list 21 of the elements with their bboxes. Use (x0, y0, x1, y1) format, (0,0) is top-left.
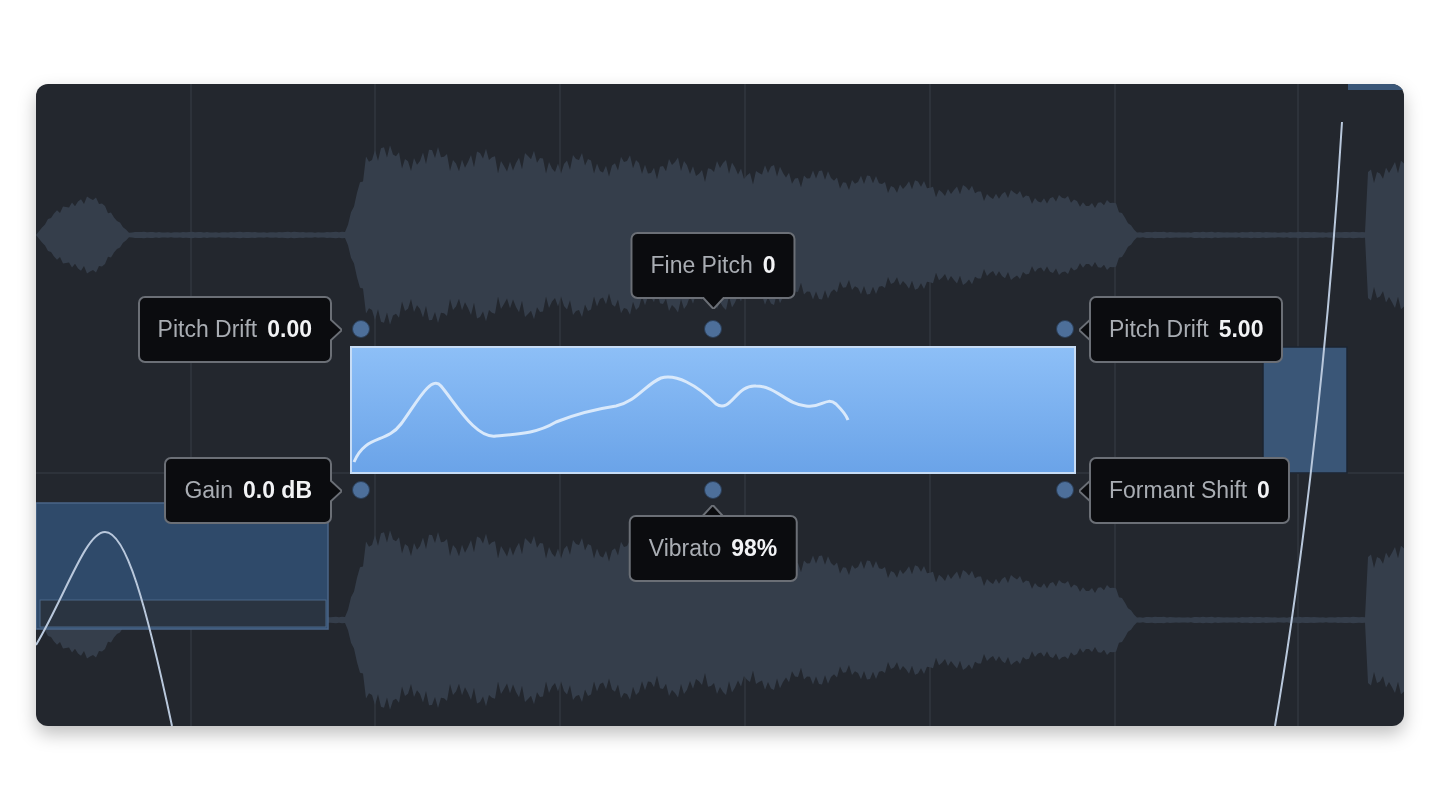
parameter-value: 0 (762, 252, 776, 279)
parameter-label: Vibrato (648, 535, 722, 562)
parameter-label: Fine Pitch (650, 252, 753, 279)
parameter-handle[interactable] (1056, 320, 1074, 338)
parameter-handle[interactable] (352, 320, 370, 338)
parameter-handle[interactable] (704, 320, 722, 338)
parameter-handle[interactable] (704, 481, 722, 499)
note-block[interactable] (1262, 346, 1348, 474)
parameter-handle[interactable] (352, 481, 370, 499)
parameter-value: 98% (731, 535, 778, 562)
note-region[interactable] (350, 346, 1076, 474)
parameter-label: Pitch Drift (157, 316, 258, 343)
parameter-value: 0.0 dB (242, 477, 312, 504)
parameter-value: 0.00 (267, 316, 312, 343)
parameter-handle[interactable] (1056, 481, 1074, 499)
parameter-value: 0 (1257, 477, 1270, 504)
parameter-label: Formant Shift (1109, 477, 1248, 504)
parameter-value: 5.00 (1218, 316, 1264, 343)
parameter-label: Gain (184, 477, 233, 504)
note-block[interactable] (1348, 84, 1404, 90)
parameter-label: Pitch Drift (1109, 316, 1209, 343)
